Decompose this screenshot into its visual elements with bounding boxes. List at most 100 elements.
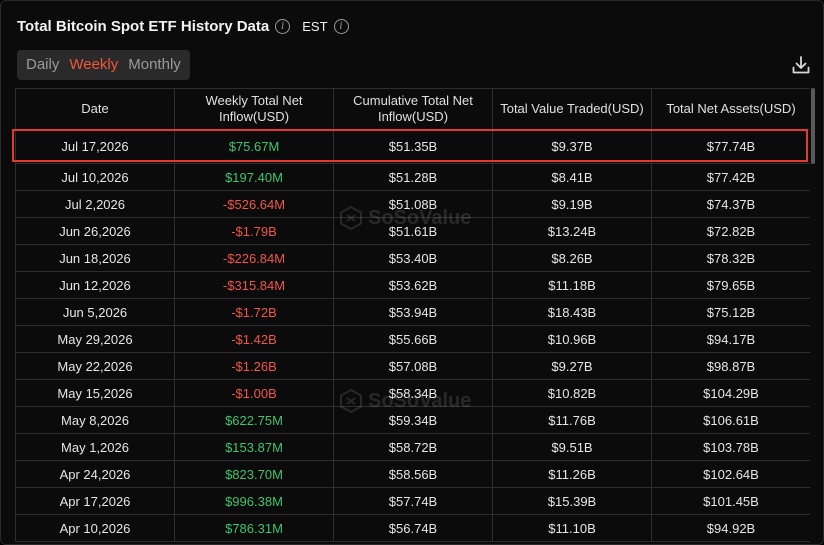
value-traded-cell: $10.82B <box>492 379 652 407</box>
net-inflow-cell: $622.75M <box>174 406 334 434</box>
net-assets-cell: $103.78B <box>651 433 810 461</box>
net-inflow-cell: -$526.64M <box>174 190 334 218</box>
date-cell: May 22,2026 <box>15 352 175 380</box>
cumulative-inflow-cell: $53.94B <box>333 298 493 326</box>
tab-monthly[interactable]: Monthly <box>123 50 186 80</box>
table-row[interactable]: Jul 2,2026 -$526.64M $51.08B $9.19B $74.37B <box>15 190 810 218</box>
cumulative-inflow-cell: $57.74B <box>333 487 493 515</box>
info-icon[interactable]: i <box>275 18 291 34</box>
date-cell: Jun 18,2026 <box>15 244 175 272</box>
value-traded-cell: $13.24B <box>492 217 652 245</box>
date-cell: Jun 5,2026 <box>15 298 175 326</box>
net-inflow-cell: $197.40M <box>174 163 334 191</box>
net-inflow-cell: -$315.84M <box>174 271 334 299</box>
net-inflow-cell: -$1.26B <box>174 352 334 380</box>
date-cell: Apr 24,2026 <box>15 460 175 488</box>
date-cell: Apr 10,2026 <box>15 514 175 542</box>
period-tabs: Daily Weekly Monthly <box>17 50 190 80</box>
net-inflow-cell: -$1.42B <box>174 325 334 353</box>
net-assets-cell: $75.12B <box>651 298 810 326</box>
cumulative-inflow-cell: $56.74B <box>333 514 493 542</box>
cumulative-inflow-cell: $53.40B <box>333 244 493 272</box>
column-header-date[interactable]: Date <box>15 88 175 130</box>
date-cell: Jul 17,2026 <box>15 129 175 164</box>
table-header-row: Date Weekly Total Net Inflow(USD) Cumula… <box>15 88 810 130</box>
net-inflow-cell: -$1.79B <box>174 217 334 245</box>
net-assets-cell: $77.74B <box>651 129 810 164</box>
table-body: Jul 17,2026 $75.67M $51.35B $9.37B $77.74B Ju… <box>15 129 810 542</box>
net-assets-cell: $94.92B <box>651 514 810 542</box>
net-assets-cell: $77.42B <box>651 163 810 191</box>
tab-weekly[interactable]: Weekly <box>64 50 123 80</box>
column-header-cumulative-net-inflow[interactable]: Cumulative Total Net Inflow(USD) <box>333 88 493 130</box>
table-row[interactable]: May 29,2026 -$1.42B $55.66B $10.96B $94.17B <box>15 325 810 353</box>
net-assets-cell: $78.32B <box>651 244 810 272</box>
timezone-info-icon[interactable]: i <box>333 18 349 34</box>
value-traded-cell: $8.26B <box>492 244 652 272</box>
tab-daily[interactable]: Daily <box>21 50 64 80</box>
column-header-weekly-net-inflow[interactable]: Weekly Total Net Inflow(USD) <box>174 88 334 130</box>
net-inflow-cell: -$226.84M <box>174 244 334 272</box>
date-cell: Jun 26,2026 <box>15 217 175 245</box>
net-assets-cell: $106.61B <box>651 406 810 434</box>
table-row[interactable]: Jun 18,2026 -$226.84M $53.40B $8.26B $78.32B <box>15 244 810 272</box>
table-row[interactable]: May 1,2026 $153.87M $58.72B $9.51B $103.78B <box>15 433 810 461</box>
cumulative-inflow-cell: $58.34B <box>333 379 493 407</box>
value-traded-cell: $18.43B <box>492 298 652 326</box>
table-row[interactable]: Apr 10,2026 $786.31M $56.74B $11.10B $94.92B <box>15 514 810 542</box>
table-row[interactable]: Apr 24,2026 $823.70M $58.56B $11.26B $102.64… <box>15 460 810 488</box>
net-inflow-cell: $996.38M <box>174 487 334 515</box>
net-inflow-cell: -$1.72B <box>174 298 334 326</box>
cumulative-inflow-cell: $51.08B <box>333 190 493 218</box>
column-header-total-value-traded[interactable]: Total Value Traded(USD) <box>492 88 652 130</box>
value-traded-cell: $11.26B <box>492 460 652 488</box>
history-table-wrapper[interactable]: Date Weekly Total Net Inflow(USD) Cumula… <box>15 88 810 545</box>
value-traded-cell: $9.51B <box>492 433 652 461</box>
date-cell: May 8,2026 <box>15 406 175 434</box>
table-row[interactable]: May 22,2026 -$1.26B $57.08B $9.27B $98.87B <box>15 352 810 380</box>
cumulative-inflow-cell: $51.35B <box>333 129 493 164</box>
net-inflow-cell: $823.70M <box>174 460 334 488</box>
value-traded-cell: $9.19B <box>492 190 652 218</box>
history-table: Date Weekly Total Net Inflow(USD) Cumula… <box>15 88 810 542</box>
table-row[interactable]: Apr 17,2026 $996.38M $57.74B $15.39B $101.45… <box>15 487 810 515</box>
cumulative-inflow-cell: $51.61B <box>333 217 493 245</box>
value-traded-cell: $9.27B <box>492 352 652 380</box>
date-cell: May 1,2026 <box>15 433 175 461</box>
net-assets-cell: $104.29B <box>651 379 810 407</box>
net-inflow-cell: $786.31M <box>174 514 334 542</box>
cumulative-inflow-cell: $51.28B <box>333 163 493 191</box>
net-assets-cell: $94.17B <box>651 325 810 353</box>
date-cell: May 15,2026 <box>15 379 175 407</box>
net-assets-cell: $98.87B <box>651 352 810 380</box>
column-header-total-net-assets[interactable]: Total Net Assets(USD) <box>651 88 810 130</box>
page-title: Total Bitcoin Spot ETF History Data <box>17 17 270 35</box>
value-traded-cell: $11.76B <box>492 406 652 434</box>
cumulative-inflow-cell: $55.66B <box>333 325 493 353</box>
net-assets-cell: $79.65B <box>651 271 810 299</box>
net-assets-cell: $102.64B <box>651 460 810 488</box>
value-traded-cell: $11.10B <box>492 514 652 542</box>
net-assets-cell: $72.82B <box>651 217 810 245</box>
value-traded-cell: $8.41B <box>492 163 652 191</box>
net-assets-cell: $101.45B <box>651 487 810 515</box>
table-row[interactable]: May 15,2026 -$1.00B $58.34B $10.82B $104.29B <box>15 379 810 407</box>
date-cell: Jun 12,2026 <box>15 271 175 299</box>
table-row[interactable]: Jun 5,2026 -$1.72B $53.94B $18.43B $75.12B <box>15 298 810 326</box>
cumulative-inflow-cell: $58.72B <box>333 433 493 461</box>
table-row[interactable]: Jul 17,2026 $75.67M $51.35B $9.37B $77.74B <box>15 129 810 164</box>
table-scrollbar[interactable] <box>811 88 815 164</box>
date-cell: May 29,2026 <box>15 325 175 353</box>
date-cell: Jul 2,2026 <box>15 190 175 218</box>
table-row[interactable]: Jun 12,2026 -$315.84M $53.62B $11.18B $79.65… <box>15 271 810 299</box>
net-inflow-cell: $75.67M <box>174 129 334 164</box>
panel-header: Total Bitcoin Spot ETF History Data i ES… <box>17 15 349 37</box>
download-icon[interactable] <box>791 55 811 75</box>
table-row[interactable]: Jul 10,2026 $197.40M $51.28B $8.41B $77.42B <box>15 163 810 191</box>
cumulative-inflow-cell: $57.08B <box>333 352 493 380</box>
net-assets-cell: $74.37B <box>651 190 810 218</box>
net-inflow-cell: $153.87M <box>174 433 334 461</box>
table-row[interactable]: Jun 26,2026 -$1.79B $51.61B $13.24B $72.82B <box>15 217 810 245</box>
value-traded-cell: $9.37B <box>492 129 652 164</box>
table-row[interactable]: May 8,2026 $622.75M $59.34B $11.76B $106.61B <box>15 406 810 434</box>
